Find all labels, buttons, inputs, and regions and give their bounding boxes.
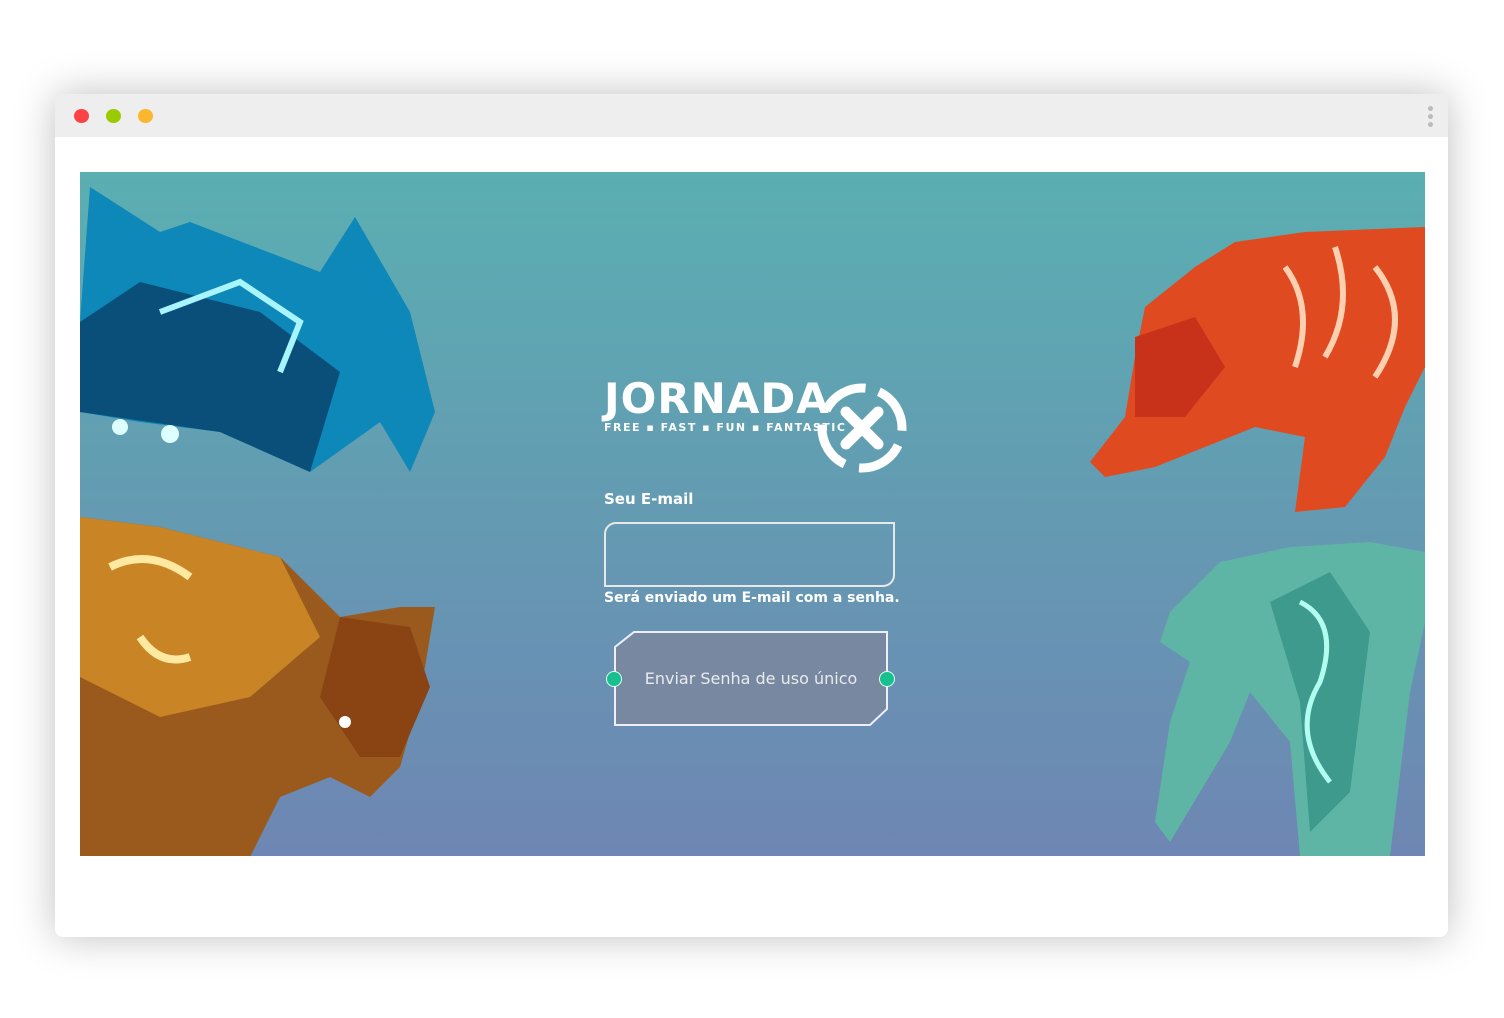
x-logo-icon [817, 383, 907, 473]
send-password-label: Enviar Senha de uso único [644, 669, 858, 688]
manta-ray-illustration [80, 187, 435, 472]
more-options-icon[interactable] [1428, 106, 1434, 130]
bull-illustration [80, 517, 435, 856]
email-help-text: Será enviado um E-mail com a senha. [604, 590, 900, 606]
login-stage: JORNADA FREE ▪ FAST ▪ FUN ▪ FANTASTIC Se… [80, 172, 1425, 856]
title-bar [55, 94, 1448, 137]
jornada-logo: JORNADA FREE ▪ FAST ▪ FUN ▪ FANTASTIC [604, 374, 847, 435]
email-input[interactable] [604, 522, 895, 587]
left-connector-dot [606, 671, 622, 687]
email-label: Seu E-mail [604, 490, 694, 508]
polar-bear-illustration [1155, 542, 1425, 856]
close-button[interactable] [74, 109, 89, 123]
maximize-button[interactable] [138, 109, 153, 123]
minimize-button[interactable] [106, 109, 121, 123]
tiger-illustration [1090, 227, 1425, 512]
logo-tagline: FREE ▪ FAST ▪ FUN ▪ FANTASTIC [604, 421, 847, 434]
browser-window: JORNADA FREE ▪ FAST ▪ FUN ▪ FANTASTIC Se… [55, 94, 1448, 937]
logo-wordmark: JORNADA [604, 374, 830, 423]
right-connector-dot [879, 671, 895, 687]
send-password-button[interactable]: Enviar Senha de uso único [606, 631, 895, 726]
